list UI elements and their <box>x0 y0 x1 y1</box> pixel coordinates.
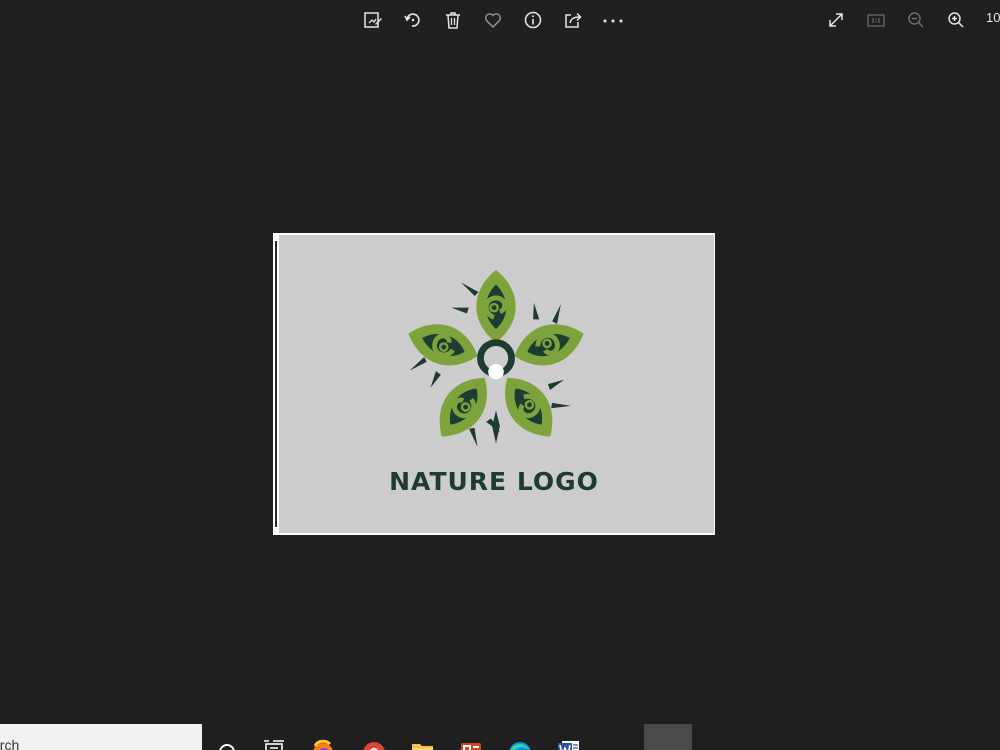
task-view-icon <box>264 740 284 750</box>
windows-taskbar: arch <box>0 724 1000 750</box>
favorite-icon <box>484 13 502 28</box>
taskbar-search-box[interactable]: arch <box>0 724 202 750</box>
zoom-level-text: 10 <box>986 10 1000 25</box>
actual-size-icon <box>867 14 885 27</box>
cortana-button[interactable] <box>214 732 240 750</box>
rotate-button[interactable] <box>401 8 425 32</box>
rotate-icon <box>404 13 420 27</box>
chrome-button[interactable] <box>361 732 387 750</box>
task-view-button[interactable] <box>261 732 287 750</box>
firefox-icon <box>313 739 333 750</box>
delete-icon <box>446 12 460 29</box>
photos-viewer-window: 10 NATURE LOGO rch <box>0 0 1000 750</box>
edit-create-icon <box>364 12 382 28</box>
firefox-button[interactable] <box>310 732 336 750</box>
logo-wordmark: NATURE LOGO <box>389 467 599 496</box>
delete-button[interactable] <box>441 8 465 32</box>
displayed-image: NATURE LOGO <box>273 233 715 535</box>
edge-button[interactable] <box>507 732 533 750</box>
actual-size-button[interactable] <box>864 8 888 32</box>
word-button[interactable] <box>556 732 582 750</box>
edit-create-button[interactable] <box>361 8 385 32</box>
fullscreen-button[interactable] <box>824 8 848 32</box>
zoom-out-button[interactable] <box>904 8 928 32</box>
more-options-button[interactable] <box>601 8 625 32</box>
search-placeholder-text: arch <box>0 737 20 750</box>
zoom-out-icon <box>908 12 924 28</box>
powerpoint-icon <box>461 743 481 750</box>
zoom-in-icon <box>948 12 964 28</box>
favorite-button[interactable] <box>481 8 505 32</box>
cortana-icon <box>219 744 235 750</box>
viewer-toolbar: 10 <box>0 0 1000 40</box>
share-button[interactable] <box>561 8 585 32</box>
fullscreen-icon <box>829 13 843 27</box>
file-explorer-icon <box>412 744 433 750</box>
edge-icon <box>509 742 531 750</box>
powerpoint-button[interactable] <box>458 732 484 750</box>
info-icon <box>524 11 542 29</box>
taskbar-active-app[interactable] <box>644 724 692 750</box>
share-icon <box>565 12 582 28</box>
more-icon <box>603 19 623 23</box>
chrome-icon <box>363 742 385 750</box>
zoom-in-button[interactable] <box>944 8 968 32</box>
word-icon <box>558 741 579 750</box>
nature-leaf-emblem <box>399 265 593 459</box>
file-explorer-button[interactable] <box>410 732 436 750</box>
info-button[interactable] <box>521 8 545 32</box>
